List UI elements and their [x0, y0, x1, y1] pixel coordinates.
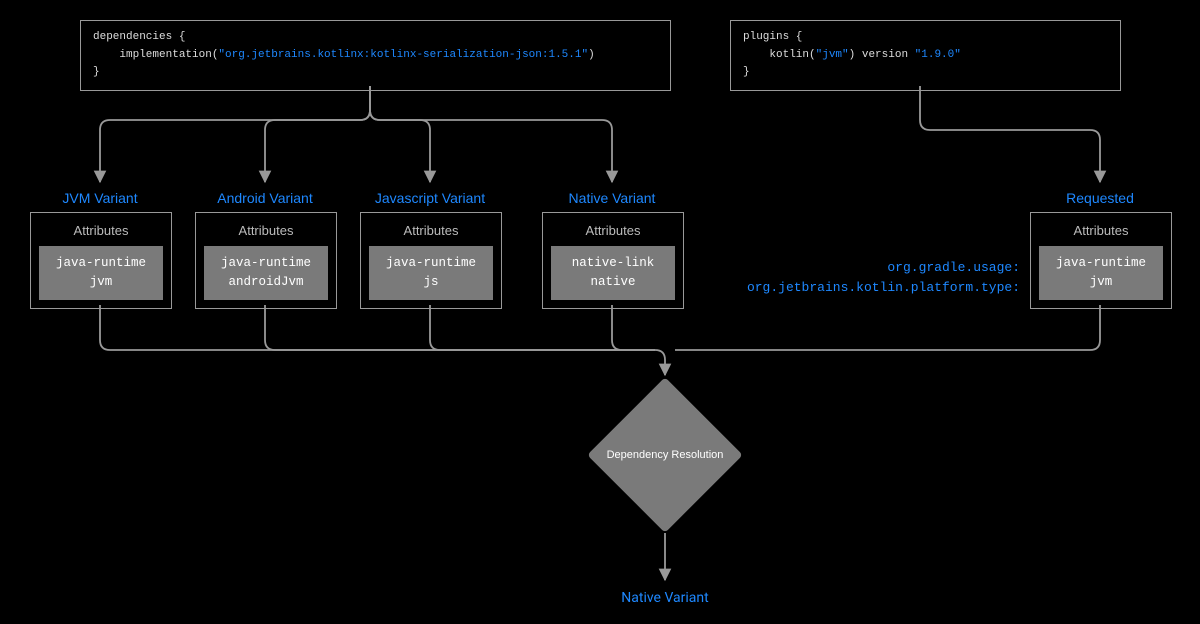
attr-box-android: Attributes java-runtime androidJvm — [195, 212, 337, 309]
code-string: "jvm" — [816, 49, 849, 61]
attr-body: java-runtime js — [369, 246, 493, 300]
code-text: } — [93, 66, 100, 78]
dependency-resolution-diamond: Dependency Resolution — [610, 400, 720, 510]
attr-key: org.jetbrains.kotlin.platform.type: — [747, 280, 1020, 295]
code-text: plugins { — [743, 31, 802, 43]
attr-box-native: Attributes native-link native — [542, 212, 684, 309]
attr-line: jvm — [1090, 275, 1113, 289]
code-text: implementation( — [93, 49, 218, 61]
diamond-label: Dependency Resolution — [605, 449, 725, 461]
attr-key: org.gradle.usage: — [887, 260, 1020, 275]
attr-body: java-runtime jvm — [39, 246, 163, 300]
variant-title-android: Android Variant — [217, 190, 312, 206]
code-string: "1.9.0" — [915, 49, 961, 61]
attr-body: java-runtime jvm — [1039, 246, 1163, 300]
attr-line: java-runtime — [1056, 256, 1146, 270]
attr-line: native-link — [572, 256, 655, 270]
variant-title-js: Javascript Variant — [375, 190, 485, 206]
attr-line: java-runtime — [386, 256, 476, 270]
attr-line: androidJvm — [228, 275, 303, 289]
attr-head: Attributes — [196, 213, 336, 246]
attr-head: Attributes — [1031, 213, 1171, 246]
attr-box-requested: Attributes java-runtime jvm — [1030, 212, 1172, 309]
code-string: "org.jetbrains.kotlinx:kotlinx-serializa… — [218, 49, 588, 61]
attr-line: jvm — [90, 275, 113, 289]
attr-key-labels: org.gradle.usage: org.jetbrains.kotlin.p… — [720, 258, 1020, 297]
dependencies-code-box: dependencies { implementation("org.jetbr… — [80, 20, 671, 91]
attr-body: native-link native — [551, 246, 675, 300]
attr-body: java-runtime androidJvm — [204, 246, 328, 300]
attr-box-js: Attributes java-runtime js — [360, 212, 502, 309]
connector-wires — [0, 0, 1200, 624]
attr-line: java-runtime — [221, 256, 311, 270]
code-text: ) — [588, 49, 595, 61]
variant-title-jvm: JVM Variant — [62, 190, 137, 206]
code-text: kotlin( — [743, 49, 816, 61]
attr-line: js — [423, 275, 438, 289]
result-variant-label: Native Variant — [621, 590, 708, 606]
plugins-code-box: plugins { kotlin("jvm") version "1.9.0" … — [730, 20, 1121, 91]
attr-head: Attributes — [543, 213, 683, 246]
code-text: } — [743, 66, 750, 78]
variant-title-native: Native Variant — [569, 190, 656, 206]
code-text: dependencies { — [93, 31, 185, 43]
code-text: ) version — [849, 49, 915, 61]
attr-line: java-runtime — [56, 256, 146, 270]
attr-head: Attributes — [361, 213, 501, 246]
attr-box-jvm: Attributes java-runtime jvm — [30, 212, 172, 309]
variant-title-requested: Requested — [1066, 190, 1134, 206]
attr-head: Attributes — [31, 213, 171, 246]
attr-line: native — [590, 275, 635, 289]
